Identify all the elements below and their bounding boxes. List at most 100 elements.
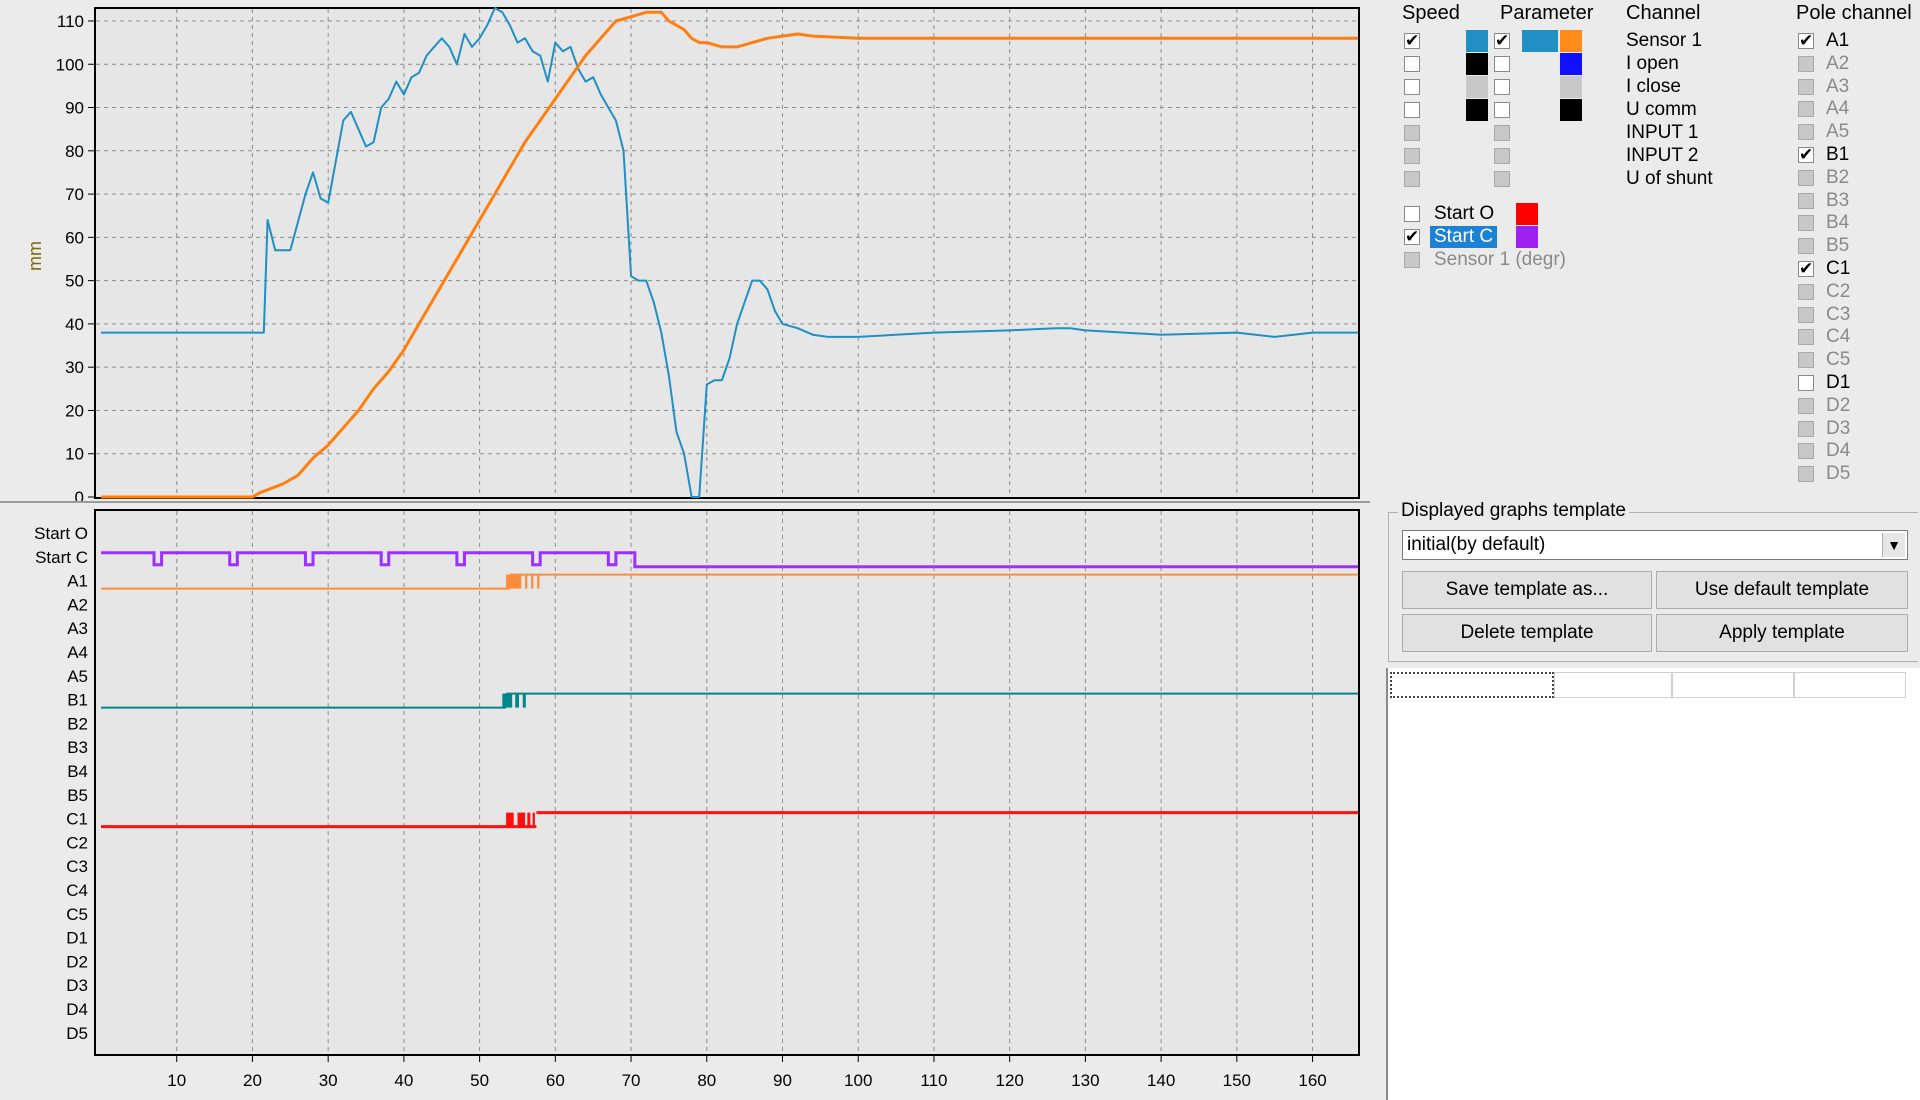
pole-channel-label: B5 xyxy=(1826,235,1850,257)
template-select-value: initial(by default) xyxy=(1407,534,1546,555)
start-label[interactable]: Start C xyxy=(1430,226,1498,248)
delete-template-button[interactable]: Delete template xyxy=(1402,614,1652,652)
pole-channel-checkbox xyxy=(1798,352,1814,369)
speed-color-swatch[interactable] xyxy=(1466,30,1488,52)
top-y-axis-label: mm xyxy=(25,241,45,271)
template-group-title: Displayed graphs template xyxy=(1398,500,1629,522)
pole-channel-label: A3 xyxy=(1826,75,1850,97)
pole-channel-checkbox xyxy=(1798,420,1814,437)
table-header-cell[interactable] xyxy=(1672,672,1794,698)
parameter-checkbox[interactable]: ✔ xyxy=(1494,33,1510,50)
signal-burst xyxy=(527,812,531,827)
speed-color-swatch[interactable] xyxy=(1466,76,1488,98)
row-label: B5 xyxy=(67,786,88,805)
row-label: Start C xyxy=(35,548,88,567)
pole-channel-label: B1 xyxy=(1826,144,1850,165)
row-label: C3 xyxy=(66,857,88,876)
pole-channel-label: B2 xyxy=(1826,166,1850,188)
start-checkbox[interactable] xyxy=(1404,206,1420,222)
parameter-color-swatch[interactable] xyxy=(1560,30,1582,52)
row-label: A1 xyxy=(67,572,88,591)
top-y-axis: 0 10 20 30 40 50 60 70 80 90 100 110 xyxy=(56,12,95,507)
speed-checkbox[interactable]: ✔ xyxy=(1404,33,1420,50)
x-tick-label: 80 xyxy=(697,1071,716,1090)
data-table[interactable] xyxy=(1386,668,1920,1100)
pole-channel-label: C2 xyxy=(1826,280,1851,302)
parameter-checkbox xyxy=(1494,171,1510,187)
y-tick-label: 100 xyxy=(56,55,84,74)
channel-label: I close xyxy=(1626,76,1681,97)
parameter-color-swatch[interactable] xyxy=(1560,76,1582,98)
parameter-color-swatch[interactable] xyxy=(1560,99,1582,121)
channel-label: INPUT 2 xyxy=(1626,145,1699,166)
pole-channel-checkbox xyxy=(1798,306,1814,323)
pole-channel-label: B3 xyxy=(1826,189,1850,211)
parameter-color-swatch[interactable] xyxy=(1560,53,1582,75)
table-header-cell[interactable] xyxy=(1794,672,1906,698)
pole-channel-label: C3 xyxy=(1826,303,1851,325)
pole-channel-checkbox[interactable]: ✔ xyxy=(1798,261,1814,278)
speed-checkbox[interactable] xyxy=(1404,56,1420,72)
start-checkbox[interactable]: ✔ xyxy=(1404,229,1420,246)
top-plot-frame xyxy=(94,7,1360,499)
speed-checkbox xyxy=(1404,171,1420,187)
x-tick-label: 160 xyxy=(1298,1071,1326,1090)
pole-channel-label: C5 xyxy=(1826,349,1851,371)
pole-channel-checkbox[interactable]: ✔ xyxy=(1798,33,1814,50)
start-label[interactable]: Start O xyxy=(1434,203,1494,225)
save-template-button[interactable]: Save template as... xyxy=(1402,571,1652,609)
x-tick-label: 30 xyxy=(319,1071,338,1090)
pole-channel-checkbox xyxy=(1798,101,1814,118)
pole-channel-checkbox[interactable]: ✔ xyxy=(1798,147,1814,164)
y-tick-label: 20 xyxy=(65,401,84,420)
x-tick-label: 130 xyxy=(1071,1071,1099,1090)
table-header-cell[interactable] xyxy=(1554,672,1672,698)
table-header-cell[interactable] xyxy=(1390,672,1554,698)
pole-channel-checkbox[interactable] xyxy=(1798,375,1814,391)
signal-burst xyxy=(517,812,526,827)
parameter-color-swatch[interactable] xyxy=(1522,30,1558,52)
start-color-swatch[interactable] xyxy=(1516,226,1538,248)
row-label: A4 xyxy=(67,643,88,662)
speed-color-swatch[interactable] xyxy=(1466,99,1488,121)
channel-label: Sensor 1 xyxy=(1626,30,1703,51)
speed-checkbox[interactable] xyxy=(1404,79,1420,95)
y-tick-label: 80 xyxy=(65,142,84,161)
pole-channel-label: D2 xyxy=(1826,394,1851,416)
row-label: C4 xyxy=(66,881,88,900)
row-label: B3 xyxy=(67,738,88,757)
pole-channel-label: A5 xyxy=(1826,121,1850,143)
parameter-checkbox xyxy=(1494,148,1510,164)
pole-channel-label: D3 xyxy=(1826,417,1851,439)
row-label: B2 xyxy=(67,714,88,733)
pole-channel-label: C1 xyxy=(1826,258,1851,279)
apply-template-button[interactable]: Apply template xyxy=(1656,614,1908,652)
row-label: B1 xyxy=(67,691,88,710)
row-label: C5 xyxy=(66,905,88,924)
template-select[interactable]: initial(by default) ▼ xyxy=(1402,530,1908,560)
parameter-checkbox[interactable] xyxy=(1494,56,1510,72)
start-color-swatch[interactable] xyxy=(1516,203,1538,225)
row-label: D4 xyxy=(66,1000,88,1019)
signal-burst xyxy=(532,812,535,827)
y-tick-label: 30 xyxy=(65,358,84,377)
row-label: A5 xyxy=(67,667,88,686)
row-label: C2 xyxy=(66,833,88,852)
bottom-x-axis: 10 20 30 40 50 60 70 80 90 100 110 120 130 140 150 160 xyxy=(167,1055,1327,1090)
parameter-checkbox[interactable] xyxy=(1494,79,1510,95)
speed-color-swatch[interactable] xyxy=(1466,53,1488,75)
speed-checkbox xyxy=(1404,125,1420,141)
channel-label: U of shunt xyxy=(1626,168,1713,189)
row-label: Start O xyxy=(34,524,88,543)
parameter-checkbox[interactable] xyxy=(1494,102,1510,118)
parameter-header: Parameter xyxy=(1500,2,1594,24)
pole-channel-checkbox xyxy=(1798,169,1814,186)
pole-channel-label: D5 xyxy=(1826,463,1851,485)
bottom-row-labels: Start O Start C A1 A2 A3 A4 A5 B1 B2 B3 B4 B5 C1 C2 C3… xyxy=(34,524,88,1043)
speed-checkbox[interactable] xyxy=(1404,102,1420,118)
chevron-down-icon[interactable]: ▼ xyxy=(1882,533,1905,557)
use-default-template-button[interactable]: Use default template xyxy=(1656,571,1908,609)
speed-header: Speed xyxy=(1402,2,1460,24)
x-tick-label: 140 xyxy=(1147,1071,1175,1090)
x-tick-label: 110 xyxy=(920,1071,947,1090)
